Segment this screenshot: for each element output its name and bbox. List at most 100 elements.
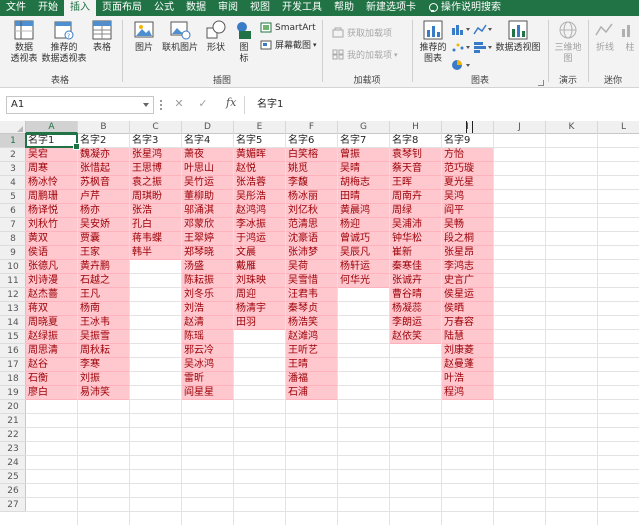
column-header-j[interactable]: J	[494, 121, 546, 134]
data-cell[interactable]: 周绿	[390, 204, 441, 218]
row-header-14[interactable]: 14	[0, 316, 26, 330]
row-header-16[interactable]: 16	[0, 344, 26, 358]
enter-icon[interactable]: ✓	[196, 97, 210, 110]
data-cell[interactable]: 周晓夏	[26, 316, 77, 330]
header-cell[interactable]: 名字2	[78, 134, 129, 148]
data-cell[interactable]: 汪君韦	[286, 288, 337, 302]
online-picture-button[interactable]: 联机图片	[160, 19, 200, 54]
data-cell[interactable]: 杨南	[78, 302, 129, 316]
data-cell[interactable]: 侯语	[26, 246, 77, 260]
data-cell[interactable]: 易沛笑	[78, 386, 129, 400]
data-cell[interactable]: 杨浩笑	[286, 316, 337, 330]
data-cell[interactable]: 刘振	[78, 372, 129, 386]
data-cell[interactable]: 吴畅	[442, 218, 493, 232]
row-header-8[interactable]: 8	[0, 232, 26, 246]
data-cell[interactable]: 王冰韦	[78, 316, 129, 330]
chart-type-column-icon[interactable]	[450, 22, 472, 36]
data-cell[interactable]: 何华光	[338, 274, 389, 288]
tab-5[interactable]: 数据	[180, 0, 212, 16]
data-cell[interactable]: 蔡天音	[390, 162, 441, 176]
data-cell[interactable]: 侯晒	[442, 302, 493, 316]
tab-1[interactable]: 开始	[32, 0, 64, 16]
data-cell[interactable]: 刘亿秋	[286, 204, 337, 218]
row-header-9[interactable]: 9	[0, 246, 26, 260]
data-cell[interactable]: 黄晨鸿	[338, 204, 389, 218]
worksheet-grid[interactable]: ABCDEFGHIJKL 1 2 3 4 5 6 7 8 9 10 11 12 13 14 15 16 17 18…	[0, 121, 639, 525]
sparkline-column-button[interactable]: 柱	[620, 19, 639, 54]
data-cell[interactable]: 萧夜	[182, 148, 233, 162]
row-header-21[interactable]: 21	[0, 414, 26, 428]
data-cell[interactable]: 秦琴贞	[286, 302, 337, 316]
data-cell[interactable]: 张星昂	[442, 246, 493, 260]
data-cell[interactable]: 吴安娇	[78, 218, 129, 232]
chevron-down-icon[interactable]	[143, 103, 149, 107]
data-cell[interactable]: 赵曼蓬	[442, 358, 493, 372]
data-cell[interactable]: 张诚卉	[390, 274, 441, 288]
data-cell[interactable]: 刘康菱	[442, 344, 493, 358]
insert-function-icon[interactable]: fx	[226, 96, 236, 109]
data-cell[interactable]: 周迎	[234, 288, 285, 302]
data-cell[interactable]: 崔新	[390, 246, 441, 260]
picture-button[interactable]: 图片	[130, 19, 158, 54]
recommended-pivot-button[interactable]: ? 推荐的 数据透视表	[42, 19, 87, 65]
data-cell[interactable]: 孔白	[130, 218, 181, 232]
data-cell[interactable]: 李寒	[78, 358, 129, 372]
header-cell[interactable]: 名字1	[26, 134, 77, 148]
data-cell[interactable]: 叶思山	[182, 162, 233, 176]
data-cell[interactable]: 贾囊	[78, 232, 129, 246]
header-cell[interactable]: 名字7	[338, 134, 389, 148]
data-cell[interactable]: 吴浦沛	[390, 218, 441, 232]
data-cell[interactable]: 蒋双	[26, 302, 77, 316]
data-cell[interactable]: 石越之	[78, 274, 129, 288]
data-cell[interactable]: 杨迎	[338, 218, 389, 232]
data-cell[interactable]: 杨清宇	[234, 302, 285, 316]
data-cell[interactable]: 廖白	[26, 386, 77, 400]
data-cell[interactable]: 袁之振	[130, 176, 181, 190]
row-header-27[interactable]: 27	[0, 498, 26, 512]
sparkline-line-button[interactable]: 折线	[592, 19, 618, 54]
drag-handle-icon[interactable]	[160, 100, 163, 110]
data-cell[interactable]: 李鸿志	[442, 260, 493, 274]
icons-button[interactable]: 图 标	[232, 19, 256, 65]
get-addins-button[interactable]: 获取加载项	[332, 26, 392, 39]
data-cell[interactable]: 杨凝蕊	[390, 302, 441, 316]
row-header-17[interactable]: 17	[0, 358, 26, 372]
data-cell[interactable]: 董柳助	[182, 190, 233, 204]
column-header-e[interactable]: E	[234, 121, 286, 134]
data-cell[interactable]: 范巧璇	[442, 162, 493, 176]
formula-input[interactable]: 名字1	[244, 96, 639, 114]
column-header-f[interactable]: F	[286, 121, 338, 134]
row-header-12[interactable]: 12	[0, 288, 26, 302]
data-cell[interactable]: 吴彤浩	[234, 190, 285, 204]
chart-type-line-icon[interactable]	[472, 22, 494, 36]
data-cell[interactable]: 黄卉鹏	[78, 260, 129, 274]
data-cell[interactable]: 赵悦	[234, 162, 285, 176]
row-header-26[interactable]: 26	[0, 484, 26, 498]
data-cell[interactable]: 卢芹	[78, 190, 129, 204]
row-header-1[interactable]: 1	[0, 134, 26, 148]
data-cell[interactable]: 陈瑶	[182, 330, 233, 344]
data-cell[interactable]: 段之桐	[442, 232, 493, 246]
data-cell[interactable]: 张惜起	[78, 162, 129, 176]
row-header-19[interactable]: 19	[0, 386, 26, 400]
tab-4[interactable]: 公式	[148, 0, 180, 16]
data-cell[interactable]: 张星鸿	[130, 148, 181, 162]
data-cell[interactable]: 周南卉	[390, 190, 441, 204]
row-header-13[interactable]: 13	[0, 302, 26, 316]
data-cell[interactable]: 万春容	[442, 316, 493, 330]
column-header-k[interactable]: K	[546, 121, 598, 134]
chart-type-bar-icon[interactable]	[472, 40, 494, 54]
header-cell[interactable]: 名字4	[182, 134, 233, 148]
data-cell[interactable]: 夏光星	[442, 176, 493, 190]
data-cell[interactable]: 阎星星	[182, 386, 233, 400]
data-cell[interactable]: 郑琴晓	[182, 246, 233, 260]
data-cell[interactable]: 石衡	[26, 372, 77, 386]
data-cell[interactable]: 刘诗漫	[26, 274, 77, 288]
smartart-button[interactable]: SmartArt	[260, 22, 316, 33]
table-button[interactable]: 表格	[88, 19, 116, 54]
header-cell[interactable]: 名字9	[442, 134, 493, 148]
data-cell[interactable]: 刘珠映	[234, 274, 285, 288]
data-cell[interactable]: 吴振雪	[78, 330, 129, 344]
row-header-4[interactable]: 4	[0, 176, 26, 190]
data-cell[interactable]: 吴雪惜	[286, 274, 337, 288]
